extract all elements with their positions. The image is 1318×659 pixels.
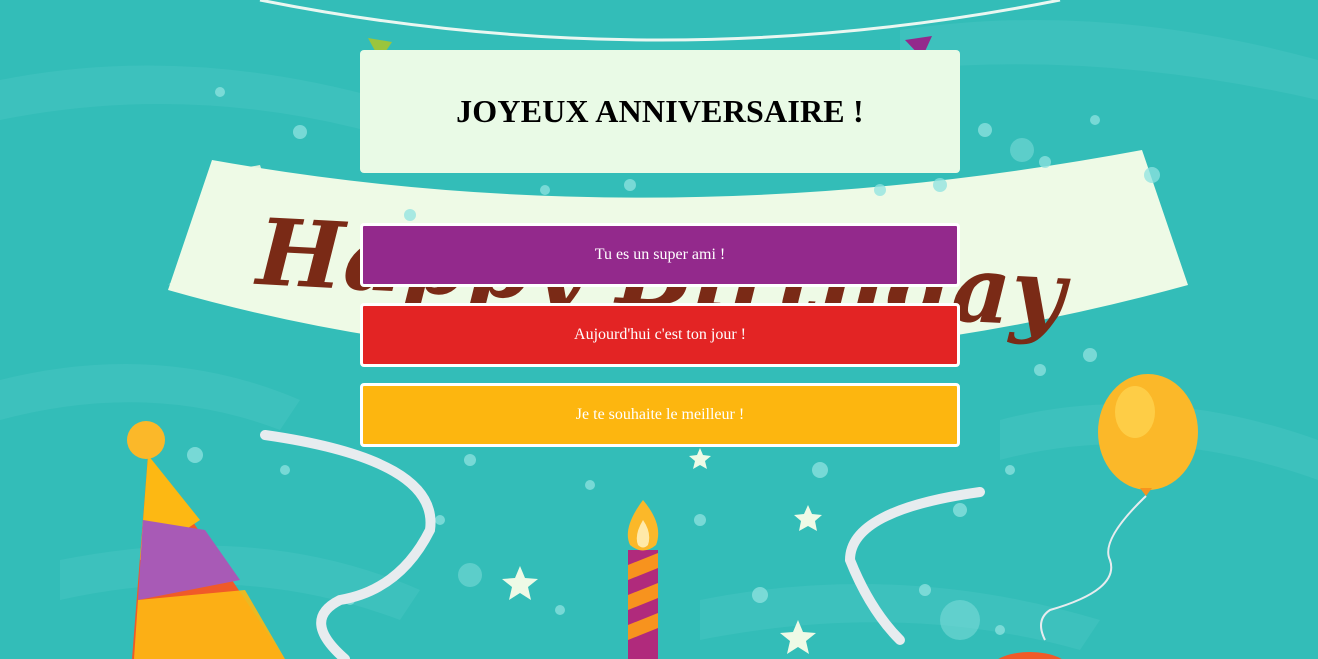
message-label: Je te souhaite le meilleur !	[575, 406, 745, 423]
title-card: JOYEUX ANNIVERSAIRE !	[360, 50, 960, 173]
message-button-le-meilleur[interactable]: Je te souhaite le meilleur !	[360, 383, 960, 447]
message-label: Aujourd'hui c'est ton jour !	[574, 326, 746, 343]
message-button-ton-jour[interactable]: Aujourd'hui c'est ton jour !	[360, 303, 960, 367]
message-label: Tu es un super ami !	[594, 246, 726, 263]
candle-icon	[627, 500, 659, 659]
message-button-super-ami[interactable]: Tu es un super ami !	[360, 223, 960, 287]
page-title: JOYEUX ANNIVERSAIRE !	[456, 93, 864, 129]
